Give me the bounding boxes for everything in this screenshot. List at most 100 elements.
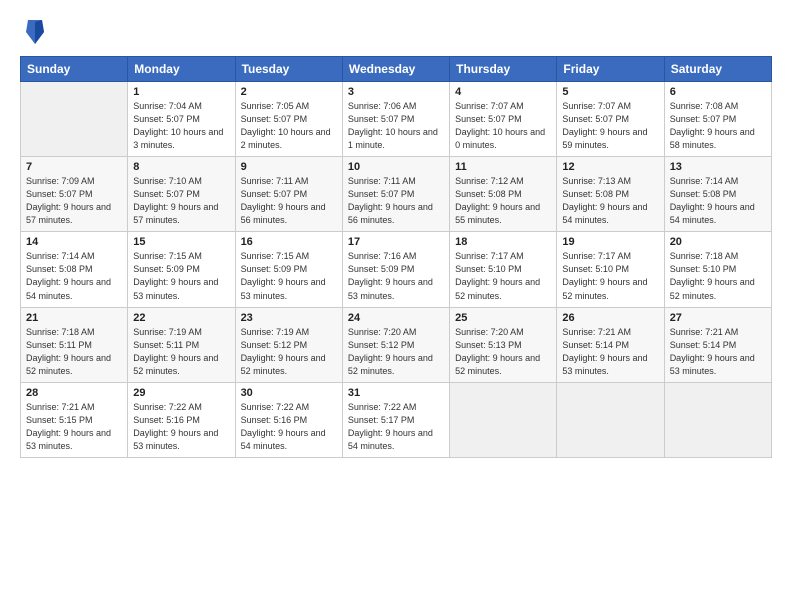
page: SundayMondayTuesdayWednesdayThursdayFrid…: [0, 0, 792, 612]
day-cell: 2 Sunrise: 7:05 AMSunset: 5:07 PMDayligh…: [235, 82, 342, 157]
weekday-header-wednesday: Wednesday: [342, 57, 449, 82]
day-info: Sunrise: 7:22 AMSunset: 5:16 PMDaylight:…: [241, 401, 337, 453]
day-info: Sunrise: 7:18 AMSunset: 5:11 PMDaylight:…: [26, 326, 122, 378]
day-number: 6: [670, 86, 766, 98]
day-info: Sunrise: 7:06 AMSunset: 5:07 PMDaylight:…: [348, 100, 444, 152]
day-cell: 26 Sunrise: 7:21 AMSunset: 5:14 PMDaylig…: [557, 307, 664, 382]
day-number: 23: [241, 312, 337, 324]
day-number: 27: [670, 312, 766, 324]
day-info: Sunrise: 7:09 AMSunset: 5:07 PMDaylight:…: [26, 175, 122, 227]
day-info: Sunrise: 7:22 AMSunset: 5:16 PMDaylight:…: [133, 401, 229, 453]
day-cell: 7 Sunrise: 7:09 AMSunset: 5:07 PMDayligh…: [21, 157, 128, 232]
day-number: 16: [241, 236, 337, 248]
weekday-header-tuesday: Tuesday: [235, 57, 342, 82]
day-cell: 8 Sunrise: 7:10 AMSunset: 5:07 PMDayligh…: [128, 157, 235, 232]
day-cell: 27 Sunrise: 7:21 AMSunset: 5:14 PMDaylig…: [664, 307, 771, 382]
day-cell: 19 Sunrise: 7:17 AMSunset: 5:10 PMDaylig…: [557, 232, 664, 307]
day-number: 25: [455, 312, 551, 324]
weekday-header-row: SundayMondayTuesdayWednesdayThursdayFrid…: [21, 57, 772, 82]
day-number: 30: [241, 387, 337, 399]
day-number: 13: [670, 161, 766, 173]
week-row-3: 14 Sunrise: 7:14 AMSunset: 5:08 PMDaylig…: [21, 232, 772, 307]
day-number: 20: [670, 236, 766, 248]
day-number: 21: [26, 312, 122, 324]
day-info: Sunrise: 7:18 AMSunset: 5:10 PMDaylight:…: [670, 250, 766, 302]
day-cell: [664, 382, 771, 457]
day-cell: 25 Sunrise: 7:20 AMSunset: 5:13 PMDaylig…: [450, 307, 557, 382]
day-number: 31: [348, 387, 444, 399]
day-info: Sunrise: 7:20 AMSunset: 5:13 PMDaylight:…: [455, 326, 551, 378]
day-cell: 4 Sunrise: 7:07 AMSunset: 5:07 PMDayligh…: [450, 82, 557, 157]
day-info: Sunrise: 7:16 AMSunset: 5:09 PMDaylight:…: [348, 250, 444, 302]
day-cell: 31 Sunrise: 7:22 AMSunset: 5:17 PMDaylig…: [342, 382, 449, 457]
weekday-header-sunday: Sunday: [21, 57, 128, 82]
day-info: Sunrise: 7:14 AMSunset: 5:08 PMDaylight:…: [670, 175, 766, 227]
day-number: 7: [26, 161, 122, 173]
day-cell: 20 Sunrise: 7:18 AMSunset: 5:10 PMDaylig…: [664, 232, 771, 307]
day-info: Sunrise: 7:21 AMSunset: 5:14 PMDaylight:…: [562, 326, 658, 378]
day-cell: 3 Sunrise: 7:06 AMSunset: 5:07 PMDayligh…: [342, 82, 449, 157]
day-cell: 18 Sunrise: 7:17 AMSunset: 5:10 PMDaylig…: [450, 232, 557, 307]
day-cell: 24 Sunrise: 7:20 AMSunset: 5:12 PMDaylig…: [342, 307, 449, 382]
logo-icon: [24, 18, 46, 46]
day-number: 22: [133, 312, 229, 324]
day-info: Sunrise: 7:17 AMSunset: 5:10 PMDaylight:…: [455, 250, 551, 302]
day-info: Sunrise: 7:21 AMSunset: 5:15 PMDaylight:…: [26, 401, 122, 453]
day-cell: 1 Sunrise: 7:04 AMSunset: 5:07 PMDayligh…: [128, 82, 235, 157]
day-cell: 6 Sunrise: 7:08 AMSunset: 5:07 PMDayligh…: [664, 82, 771, 157]
day-cell: 29 Sunrise: 7:22 AMSunset: 5:16 PMDaylig…: [128, 382, 235, 457]
day-number: 4: [455, 86, 551, 98]
week-row-2: 7 Sunrise: 7:09 AMSunset: 5:07 PMDayligh…: [21, 157, 772, 232]
day-number: 29: [133, 387, 229, 399]
day-cell: 16 Sunrise: 7:15 AMSunset: 5:09 PMDaylig…: [235, 232, 342, 307]
day-info: Sunrise: 7:11 AMSunset: 5:07 PMDaylight:…: [241, 175, 337, 227]
week-row-4: 21 Sunrise: 7:18 AMSunset: 5:11 PMDaylig…: [21, 307, 772, 382]
day-number: 5: [562, 86, 658, 98]
logo: [20, 18, 46, 46]
day-cell: 5 Sunrise: 7:07 AMSunset: 5:07 PMDayligh…: [557, 82, 664, 157]
day-info: Sunrise: 7:05 AMSunset: 5:07 PMDaylight:…: [241, 100, 337, 152]
day-cell: 12 Sunrise: 7:13 AMSunset: 5:08 PMDaylig…: [557, 157, 664, 232]
day-number: 3: [348, 86, 444, 98]
day-cell: 11 Sunrise: 7:12 AMSunset: 5:08 PMDaylig…: [450, 157, 557, 232]
day-number: 26: [562, 312, 658, 324]
day-cell: 30 Sunrise: 7:22 AMSunset: 5:16 PMDaylig…: [235, 382, 342, 457]
day-info: Sunrise: 7:14 AMSunset: 5:08 PMDaylight:…: [26, 250, 122, 302]
day-info: Sunrise: 7:07 AMSunset: 5:07 PMDaylight:…: [455, 100, 551, 152]
day-info: Sunrise: 7:12 AMSunset: 5:08 PMDaylight:…: [455, 175, 551, 227]
day-number: 17: [348, 236, 444, 248]
header-area: [20, 18, 772, 46]
day-info: Sunrise: 7:19 AMSunset: 5:12 PMDaylight:…: [241, 326, 337, 378]
day-cell: [21, 82, 128, 157]
day-cell: [557, 382, 664, 457]
day-number: 12: [562, 161, 658, 173]
day-cell: 21 Sunrise: 7:18 AMSunset: 5:11 PMDaylig…: [21, 307, 128, 382]
day-number: 15: [133, 236, 229, 248]
calendar: SundayMondayTuesdayWednesdayThursdayFrid…: [20, 56, 772, 458]
day-cell: 15 Sunrise: 7:15 AMSunset: 5:09 PMDaylig…: [128, 232, 235, 307]
day-number: 11: [455, 161, 551, 173]
day-number: 1: [133, 86, 229, 98]
day-info: Sunrise: 7:19 AMSunset: 5:11 PMDaylight:…: [133, 326, 229, 378]
day-cell: 22 Sunrise: 7:19 AMSunset: 5:11 PMDaylig…: [128, 307, 235, 382]
day-number: 14: [26, 236, 122, 248]
weekday-header-friday: Friday: [557, 57, 664, 82]
day-number: 2: [241, 86, 337, 98]
day-number: 28: [26, 387, 122, 399]
day-info: Sunrise: 7:07 AMSunset: 5:07 PMDaylight:…: [562, 100, 658, 152]
day-info: Sunrise: 7:13 AMSunset: 5:08 PMDaylight:…: [562, 175, 658, 227]
week-row-1: 1 Sunrise: 7:04 AMSunset: 5:07 PMDayligh…: [21, 82, 772, 157]
day-number: 24: [348, 312, 444, 324]
day-info: Sunrise: 7:22 AMSunset: 5:17 PMDaylight:…: [348, 401, 444, 453]
day-info: Sunrise: 7:15 AMSunset: 5:09 PMDaylight:…: [133, 250, 229, 302]
day-info: Sunrise: 7:20 AMSunset: 5:12 PMDaylight:…: [348, 326, 444, 378]
day-info: Sunrise: 7:15 AMSunset: 5:09 PMDaylight:…: [241, 250, 337, 302]
day-cell: 14 Sunrise: 7:14 AMSunset: 5:08 PMDaylig…: [21, 232, 128, 307]
day-number: 10: [348, 161, 444, 173]
day-info: Sunrise: 7:21 AMSunset: 5:14 PMDaylight:…: [670, 326, 766, 378]
day-cell: 23 Sunrise: 7:19 AMSunset: 5:12 PMDaylig…: [235, 307, 342, 382]
day-info: Sunrise: 7:11 AMSunset: 5:07 PMDaylight:…: [348, 175, 444, 227]
day-cell: 28 Sunrise: 7:21 AMSunset: 5:15 PMDaylig…: [21, 382, 128, 457]
weekday-header-saturday: Saturday: [664, 57, 771, 82]
day-cell: 17 Sunrise: 7:16 AMSunset: 5:09 PMDaylig…: [342, 232, 449, 307]
